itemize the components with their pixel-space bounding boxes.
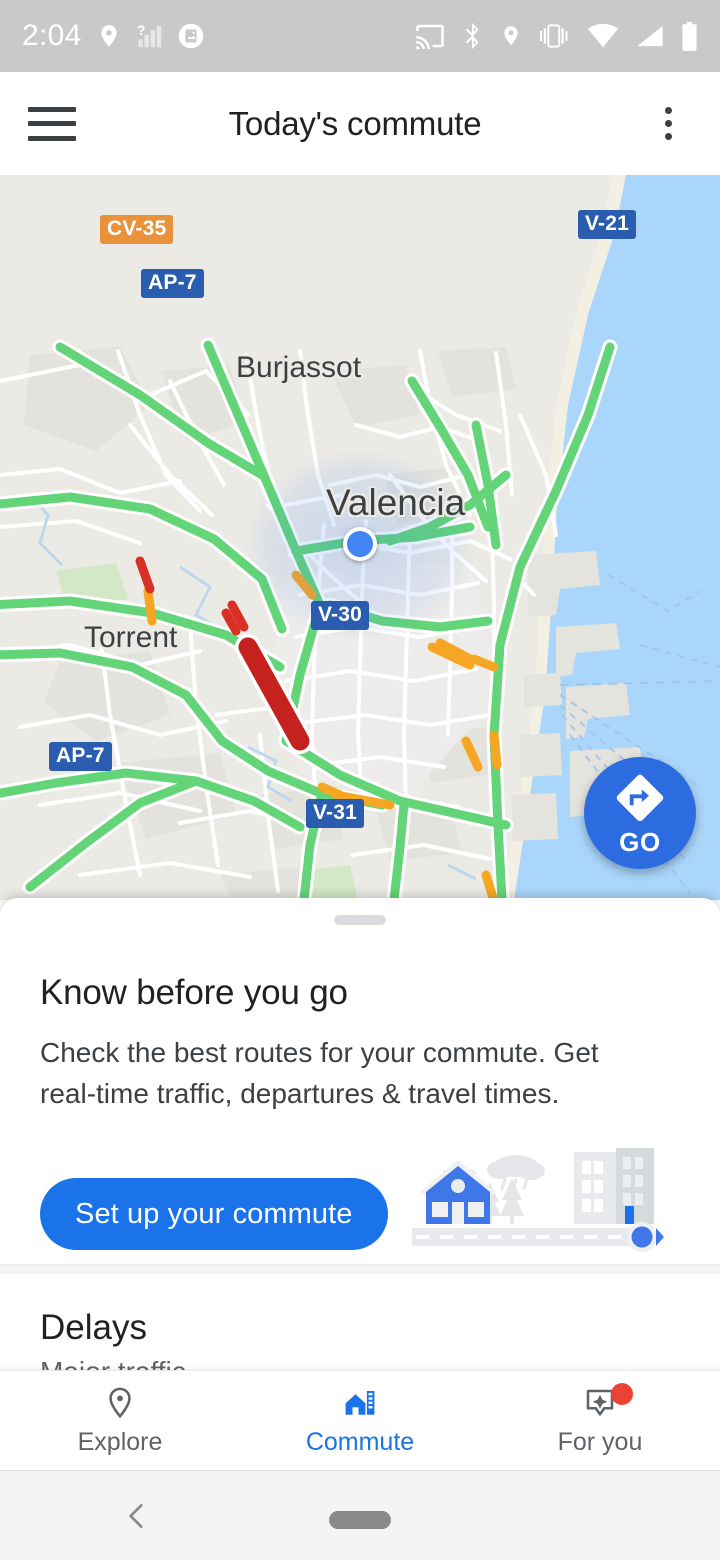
- nav-label-explore: Explore: [77, 1427, 163, 1456]
- go-button-label: GO: [619, 827, 661, 857]
- road-shield-ap7-north: AP-7: [141, 269, 204, 299]
- status-bar-right: [415, 21, 698, 51]
- bottom-sheet-drag-handle[interactable]: [334, 915, 386, 925]
- app-screen: 2:04 ? Today's commute Burjassot Valenci…: [0, 0, 720, 1560]
- commute-house-city-road-illustration: [411, 1148, 664, 1253]
- page-title: Today's commute: [228, 104, 482, 142]
- delays-heading: Delays: [40, 1308, 147, 1347]
- bottom-sheet[interactable]: Know before you go Check the best routes…: [0, 898, 720, 1378]
- sheet-description: Check the best routes for your commute. …: [40, 1037, 599, 1109]
- more-vertical-icon[interactable]: [644, 100, 692, 148]
- location-pin-icon: [504, 26, 518, 46]
- navigation-arrow-diamond-icon: [616, 774, 664, 822]
- screenshot-icon: [178, 23, 203, 49]
- nav-label-commute: Commute: [305, 1427, 415, 1456]
- location-pin-icon: [101, 25, 117, 47]
- bluetooth-icon: [465, 22, 479, 50]
- set-up-commute-button[interactable]: Set up your commute: [40, 1178, 388, 1251]
- section-divider: [0, 1264, 720, 1274]
- map-canvas[interactable]: Burjassot Valencia Torrent CV-35 AP-7 V-…: [0, 175, 720, 900]
- road-shield-v21: V-21: [578, 210, 636, 240]
- for-you-notification-badge: [611, 1383, 633, 1405]
- app-bar: Today's commute: [0, 72, 720, 175]
- back-chevron-icon[interactable]: [120, 1499, 154, 1533]
- nav-item-commute[interactable]: Commute: [240, 1371, 480, 1470]
- status-bar-clock: 2:04: [22, 19, 82, 52]
- cell-signal-icon: [637, 25, 663, 47]
- road-shield-cv35: CV-35: [100, 215, 174, 245]
- system-navigation-bar: [0, 1470, 720, 1560]
- nav-item-for-you[interactable]: For you: [480, 1371, 720, 1470]
- road-shield-ap7-south: AP-7: [49, 742, 112, 772]
- wifi-icon: [587, 24, 619, 48]
- battery-icon: [682, 21, 697, 51]
- cast-icon: [416, 24, 444, 49]
- road-shield-v31: V-31: [306, 799, 364, 829]
- go-button[interactable]: GO: [584, 757, 696, 869]
- signal-question-icon: ?: [137, 23, 161, 48]
- cta-row: Set up your commute: [0, 1144, 720, 1253]
- sheet-heading: Know before you go: [40, 973, 348, 1012]
- location-pin-outline-icon: [109, 1387, 131, 1418]
- status-bar: 2:04 ?: [0, 0, 720, 72]
- road-shield-v30: V-30: [311, 601, 369, 631]
- current-location-dot: [343, 527, 377, 561]
- svg-text:?: ?: [137, 23, 145, 38]
- bottom-navigation-bar: Explore Commute For you: [0, 1370, 720, 1470]
- commute-building-icon: [345, 1390, 375, 1415]
- home-pill-icon[interactable]: [329, 1511, 391, 1529]
- status-bar-left: 2:04 ?: [22, 19, 205, 53]
- nav-item-explore[interactable]: Explore: [0, 1371, 240, 1470]
- vibrate-icon: [540, 24, 568, 48]
- nav-label-for-you: For you: [557, 1427, 643, 1456]
